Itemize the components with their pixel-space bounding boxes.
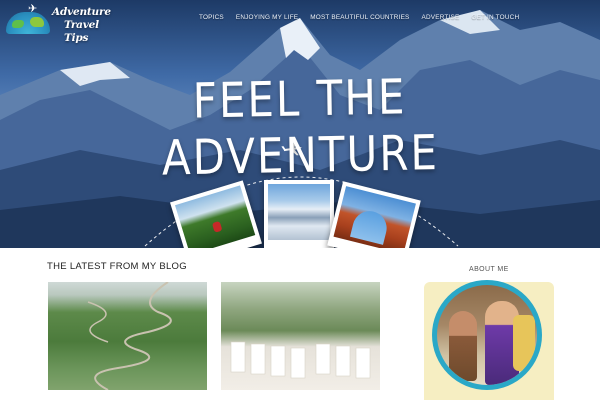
main-nav: TOPICS ENJOYING MY LIFE MOST BEAUTIFUL C… xyxy=(193,14,525,21)
blog-post-card[interactable] xyxy=(221,282,380,400)
logo-text: Adventure Travel Tips xyxy=(52,6,122,45)
hero-banner: ✈ Adventure Travel Tips TOPICS ENJOYING … xyxy=(0,0,600,248)
nav-item-get-in-touch[interactable]: GET IN TOUCH xyxy=(465,14,525,21)
nav-item-enjoying-my-life[interactable]: ENJOYING MY LIFE xyxy=(230,14,304,21)
logo-line-2: Travel Tips xyxy=(64,19,99,44)
about-me-avatar[interactable] xyxy=(432,280,542,390)
logo-line-1: Adventure xyxy=(52,6,111,18)
nav-item-advertise[interactable]: ADVERTISE xyxy=(416,14,466,21)
hero-headline: FEEL THE ADVENTURE xyxy=(161,68,440,187)
hero-photo-snow-mountains xyxy=(264,180,334,248)
about-me-label: ABOUT ME xyxy=(469,266,509,273)
airplane-icon: ✈ xyxy=(28,3,38,15)
site-logo[interactable]: ✈ Adventure Travel Tips xyxy=(6,3,116,44)
nav-item-topics[interactable]: TOPICS xyxy=(193,14,230,21)
post-thumbnail-mountain-road[interactable] xyxy=(48,282,207,390)
latest-blog-heading: THE LATEST FROM MY BLOG xyxy=(47,261,187,272)
globe-icon xyxy=(6,12,50,34)
post-thumbnail-wedding-chairs[interactable] xyxy=(221,282,380,390)
blog-post-card[interactable] xyxy=(48,282,207,400)
nav-item-most-beautiful-countries[interactable]: MOST BEAUTIFUL COUNTRIES xyxy=(304,14,415,21)
